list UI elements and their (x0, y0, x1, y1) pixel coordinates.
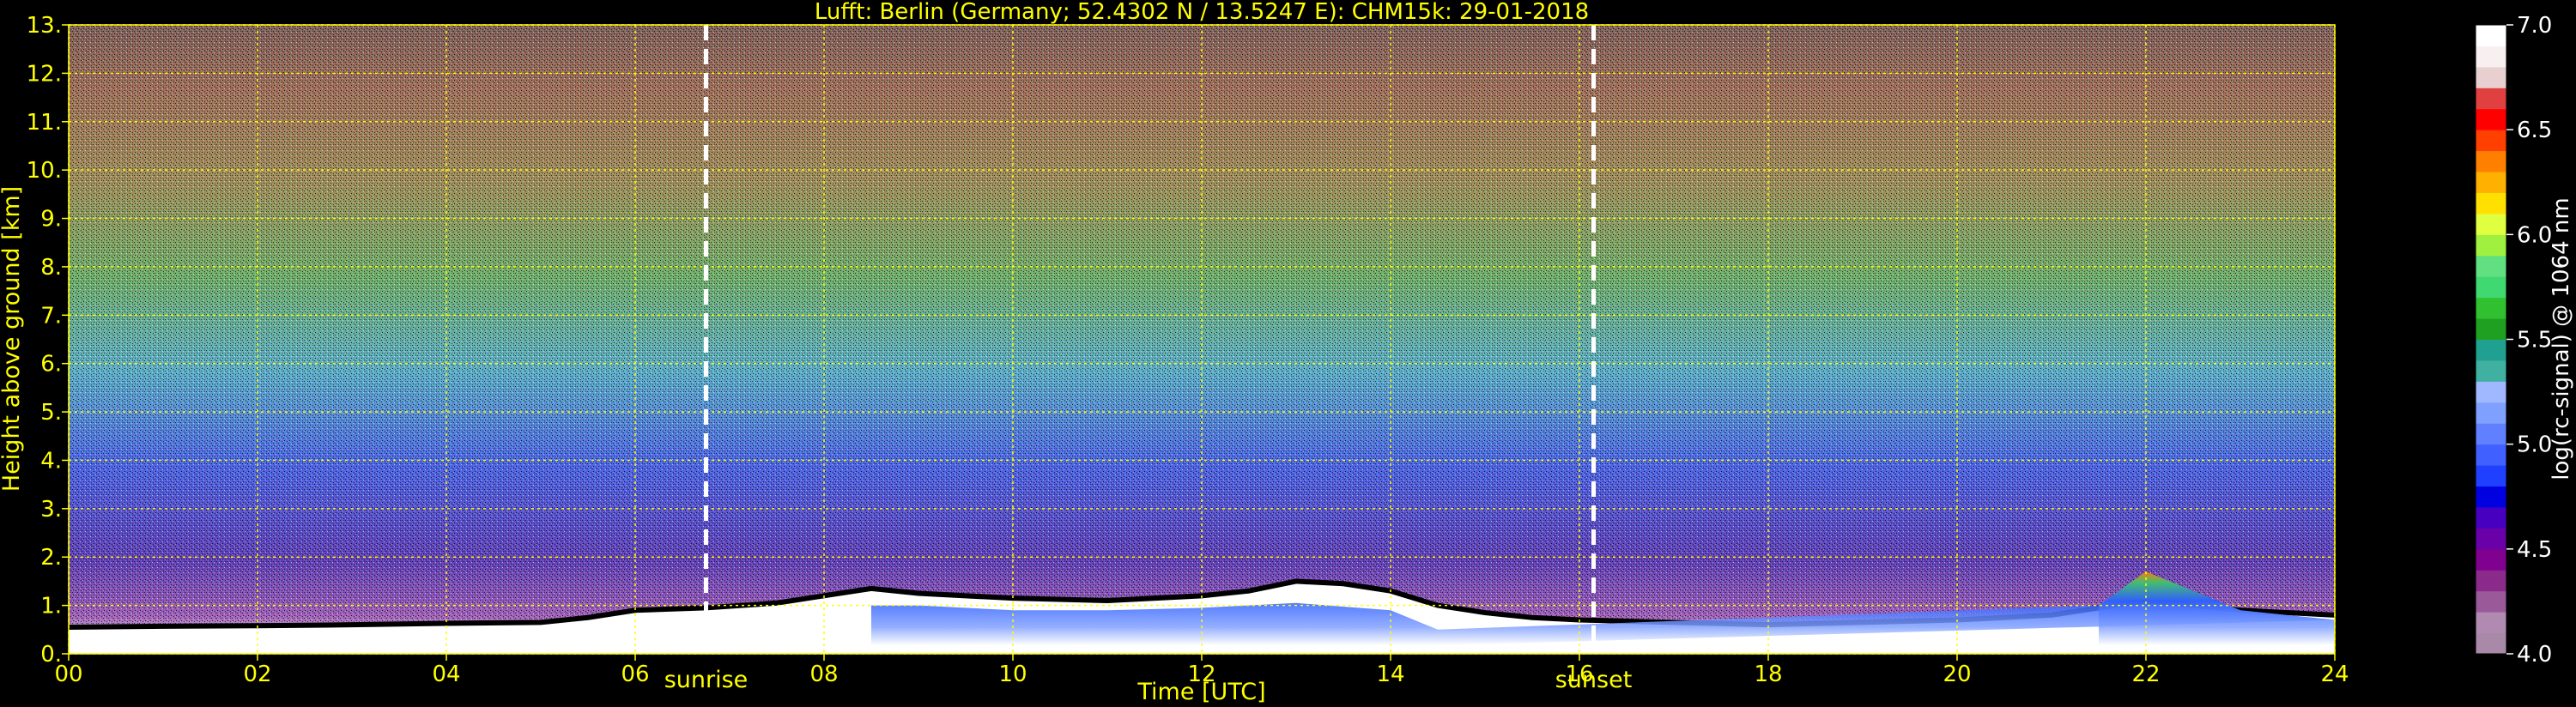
colorbar-tick-label: 6.5 (2517, 118, 2552, 143)
y-axis-label: Height above ground [km] (0, 186, 25, 492)
x-tick-label: 06 (621, 662, 649, 687)
x-tick-label: 18 (1754, 662, 1782, 687)
colorbar-swatch (2476, 172, 2506, 193)
colorbar-swatch (2476, 318, 2506, 340)
colorbar-swatch (2476, 381, 2506, 403)
colorbar-label: log(rc-signal) @ 1064 nm (2549, 197, 2574, 480)
x-tick-label: 04 (432, 662, 460, 687)
colorbar-swatch (2476, 339, 2506, 361)
x-tick-label: 14 (1376, 662, 1404, 687)
colorbar-swatch (2476, 88, 2506, 110)
colorbar-swatch (2476, 297, 2506, 319)
colorbar-swatch (2476, 506, 2506, 529)
x-tick-label: 02 (243, 662, 271, 687)
colorbar-swatch (2476, 192, 2506, 215)
colorbar-swatch (2476, 590, 2506, 613)
colorbar-swatch (2476, 255, 2506, 277)
x-tick-label: 20 (1943, 662, 1971, 687)
x-tick-label: 00 (54, 662, 82, 687)
colorbar-ticks: 4.0 4.5 5.0 5.5 6.0 6.5 7.0 (2506, 13, 2552, 668)
colorbar-tick-label: 6.0 (2517, 222, 2552, 248)
x-axis-label: Time [UTC] (1136, 679, 1265, 705)
colorbar-swatch (2476, 402, 2506, 424)
colorbar-swatch (2476, 130, 2506, 152)
y-tick-label: 4. (40, 448, 62, 474)
y-tick-label: 5. (40, 400, 62, 426)
colorbar: 4.0 4.5 5.0 5.5 6.0 6.5 7.0 log(rc-signal) @ 1… (2475, 13, 2574, 668)
colorbar-swatch (2476, 528, 2506, 550)
y-tick-label: 1. (40, 594, 62, 619)
chart-title: Lufft: Berlin (Germany; 52.4302 N / 13.5… (815, 0, 1589, 25)
y-axis-ticks: 0.1.2.3.4.5.6.7.8.9.10.11.12.13. (27, 13, 69, 668)
colorbar-swatch (2476, 213, 2506, 235)
colorbar-swatch (2476, 444, 2506, 466)
plot-area: sunrise sunset (68, 24, 2336, 693)
colorbar-swatch (2476, 612, 2506, 634)
colorbar-tick-label: 5.0 (2517, 432, 2552, 458)
y-tick-label: 12. (27, 61, 62, 87)
y-tick-label: 11. (27, 110, 62, 136)
colorbar-swatch (2476, 25, 2506, 46)
colorbar-swatch (2476, 548, 2506, 571)
y-tick-label: 7. (40, 303, 62, 329)
colorbar-swatch (2476, 570, 2506, 592)
y-tick-label: 9. (40, 207, 62, 233)
colorbar-tick-label: 4.5 (2517, 537, 2552, 563)
colorbar-swatch (2476, 465, 2506, 487)
y-tick-label: 6. (40, 352, 62, 378)
colorbar-swatch (2476, 150, 2506, 172)
x-tick-label: 10 (998, 662, 1027, 687)
colorbar-tick-label: 7.0 (2517, 13, 2552, 39)
y-tick-label: 13. (27, 13, 62, 39)
colorbar-tick-label: 5.5 (2517, 328, 2552, 354)
colorbar-swatch (2476, 234, 2506, 257)
colorbar-swatch (2476, 486, 2506, 508)
colorbar-swatch (2476, 45, 2506, 68)
x-tick-label: 16 (1565, 662, 1593, 687)
y-tick-label: 8. (40, 255, 62, 281)
colorbar-swatch (2476, 360, 2506, 382)
colorbar-swatch (2476, 66, 2506, 88)
colorbar-swatches (2476, 25, 2506, 655)
x-tick-label: 08 (809, 662, 838, 687)
ceilometer-figure: sunrise sunset 0.1.2.3.4.5.6.7.8.9.10.11.… (0, 0, 2574, 705)
y-tick-label: 10. (27, 158, 62, 184)
x-tick-label: 24 (2320, 662, 2349, 687)
y-tick-label: 3. (40, 497, 62, 523)
x-tick-label: 22 (2131, 662, 2160, 687)
y-tick-label: 2. (40, 545, 62, 571)
colorbar-swatch (2476, 108, 2506, 130)
colorbar-swatch (2476, 632, 2506, 655)
colorbar-swatch (2476, 423, 2506, 445)
event-label-sunrise: sunrise (664, 667, 749, 693)
colorbar-swatch (2476, 276, 2506, 299)
colorbar-tick-label: 4.0 (2517, 642, 2552, 668)
